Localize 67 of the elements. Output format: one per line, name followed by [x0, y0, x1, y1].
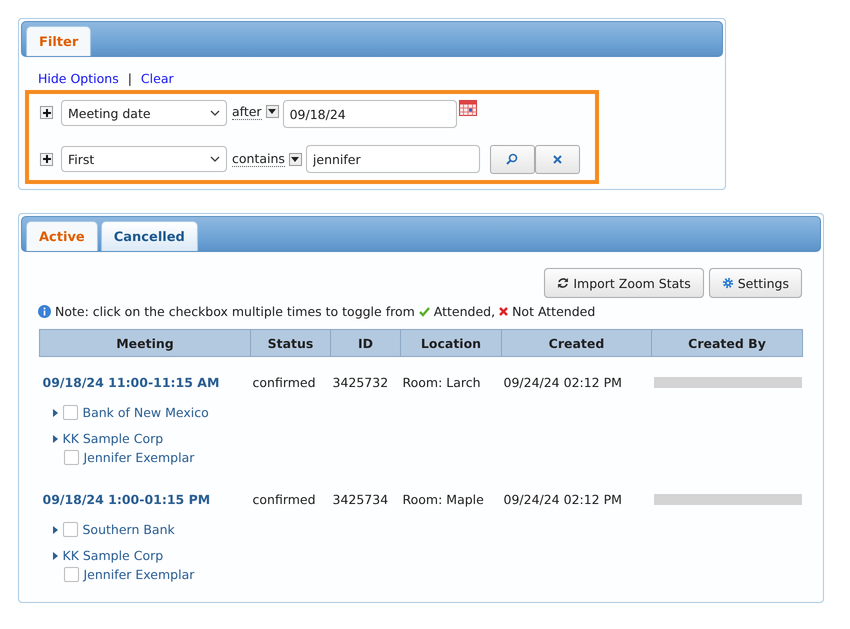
attendee-link[interactable]: Jennifer Exemplar — [84, 567, 194, 582]
id-cell: 3425732 — [332, 374, 388, 390]
value-field[interactable]: 09/18/24 — [282, 100, 457, 128]
field-dropdown[interactable]: First — [61, 146, 227, 172]
meeting-link[interactable]: 09/18/24 11:00-11:15 AM — [42, 374, 220, 390]
legend-label: Attended, — [434, 304, 496, 319]
organization-link[interactable]: Bank of New Mexico — [82, 405, 209, 420]
search-icon — [506, 153, 518, 165]
operator-label[interactable]: after — [232, 104, 262, 120]
organization-link[interactable]: Southern Bank — [82, 522, 175, 537]
calendar-icon[interactable] — [458, 100, 477, 116]
refresh-icon — [557, 277, 570, 289]
expand-arrow-icon[interactable] — [52, 434, 58, 442]
checkbox[interactable] — [62, 405, 78, 420]
filter-tab[interactable]: Filter — [26, 26, 92, 56]
plus-icon — [42, 108, 50, 116]
add-condition-button[interactable] — [40, 106, 53, 119]
column-header: Meeting — [40, 330, 250, 356]
created-cell: 09/24/24 02:12 PM — [504, 374, 622, 390]
organization-link[interactable]: KK Sample Corp — [62, 431, 164, 446]
location-cell: Room: Maple — [402, 492, 484, 506]
hide-options-link[interactable]: Hide Options — [38, 71, 119, 86]
value-field[interactable]: jennifer — [306, 145, 480, 173]
operator-dropdown-button[interactable] — [266, 105, 279, 118]
expand-arrow-icon[interactable] — [52, 552, 58, 560]
attendee-link[interactable]: Jennifer Exemplar — [84, 450, 194, 465]
checkbox[interactable] — [64, 567, 78, 582]
column-header: Status — [250, 330, 330, 356]
operator-label[interactable]: contains — [232, 151, 285, 167]
plus-icon — [42, 155, 50, 163]
add-condition-button[interactable] — [40, 152, 53, 166]
created-cell: 09/24/24 02:12 PM — [504, 492, 622, 506]
cross-icon — [499, 307, 508, 316]
id-cell: 3425734 — [332, 492, 388, 506]
caret-icon — [268, 109, 276, 114]
meeting-link[interactable]: 09/18/24 1:00-01:15 PM — [42, 492, 210, 506]
info-icon — [38, 305, 51, 318]
search-button[interactable] — [490, 144, 535, 174]
check-icon — [418, 306, 430, 316]
close-icon — [552, 154, 562, 164]
expand-arrow-icon[interactable] — [52, 526, 58, 534]
status-cell: confirmed — [252, 492, 316, 506]
location-cell: Room: Larch — [402, 374, 481, 390]
chevron-down-icon — [210, 110, 220, 116]
status-tab[interactable]: Active — [26, 221, 98, 251]
column-header: Location — [400, 330, 502, 356]
settings-button[interactable]: Settings — [708, 268, 802, 298]
import-button[interactable]: Import Zoom Stats — [544, 268, 704, 298]
clear-filter-button[interactable] — [534, 144, 580, 174]
expand-arrow-icon[interactable] — [52, 408, 58, 416]
column-header: ID — [330, 330, 400, 356]
status-cell: confirmed — [252, 374, 316, 390]
legend-label: Not Attended — [512, 304, 596, 319]
note-text: Note: click on the checkbox multiple times to toggle from — [55, 304, 415, 319]
operator-dropdown-button[interactable] — [288, 152, 302, 166]
clear-link[interactable]: Clear — [140, 71, 174, 86]
column-header: Created By — [652, 330, 802, 356]
settings-icon — [722, 277, 734, 289]
link-separator: | — [128, 71, 132, 86]
field-dropdown[interactable]: Meeting date — [61, 100, 227, 126]
column-header: Created — [502, 330, 652, 356]
chevron-down-icon — [210, 156, 220, 162]
status-tab[interactable]: Cancelled — [100, 221, 198, 251]
checkbox[interactable] — [62, 522, 78, 537]
organization-link[interactable]: KK Sample Corp — [62, 548, 164, 563]
checkbox[interactable] — [64, 450, 78, 465]
caret-icon — [291, 156, 300, 162]
